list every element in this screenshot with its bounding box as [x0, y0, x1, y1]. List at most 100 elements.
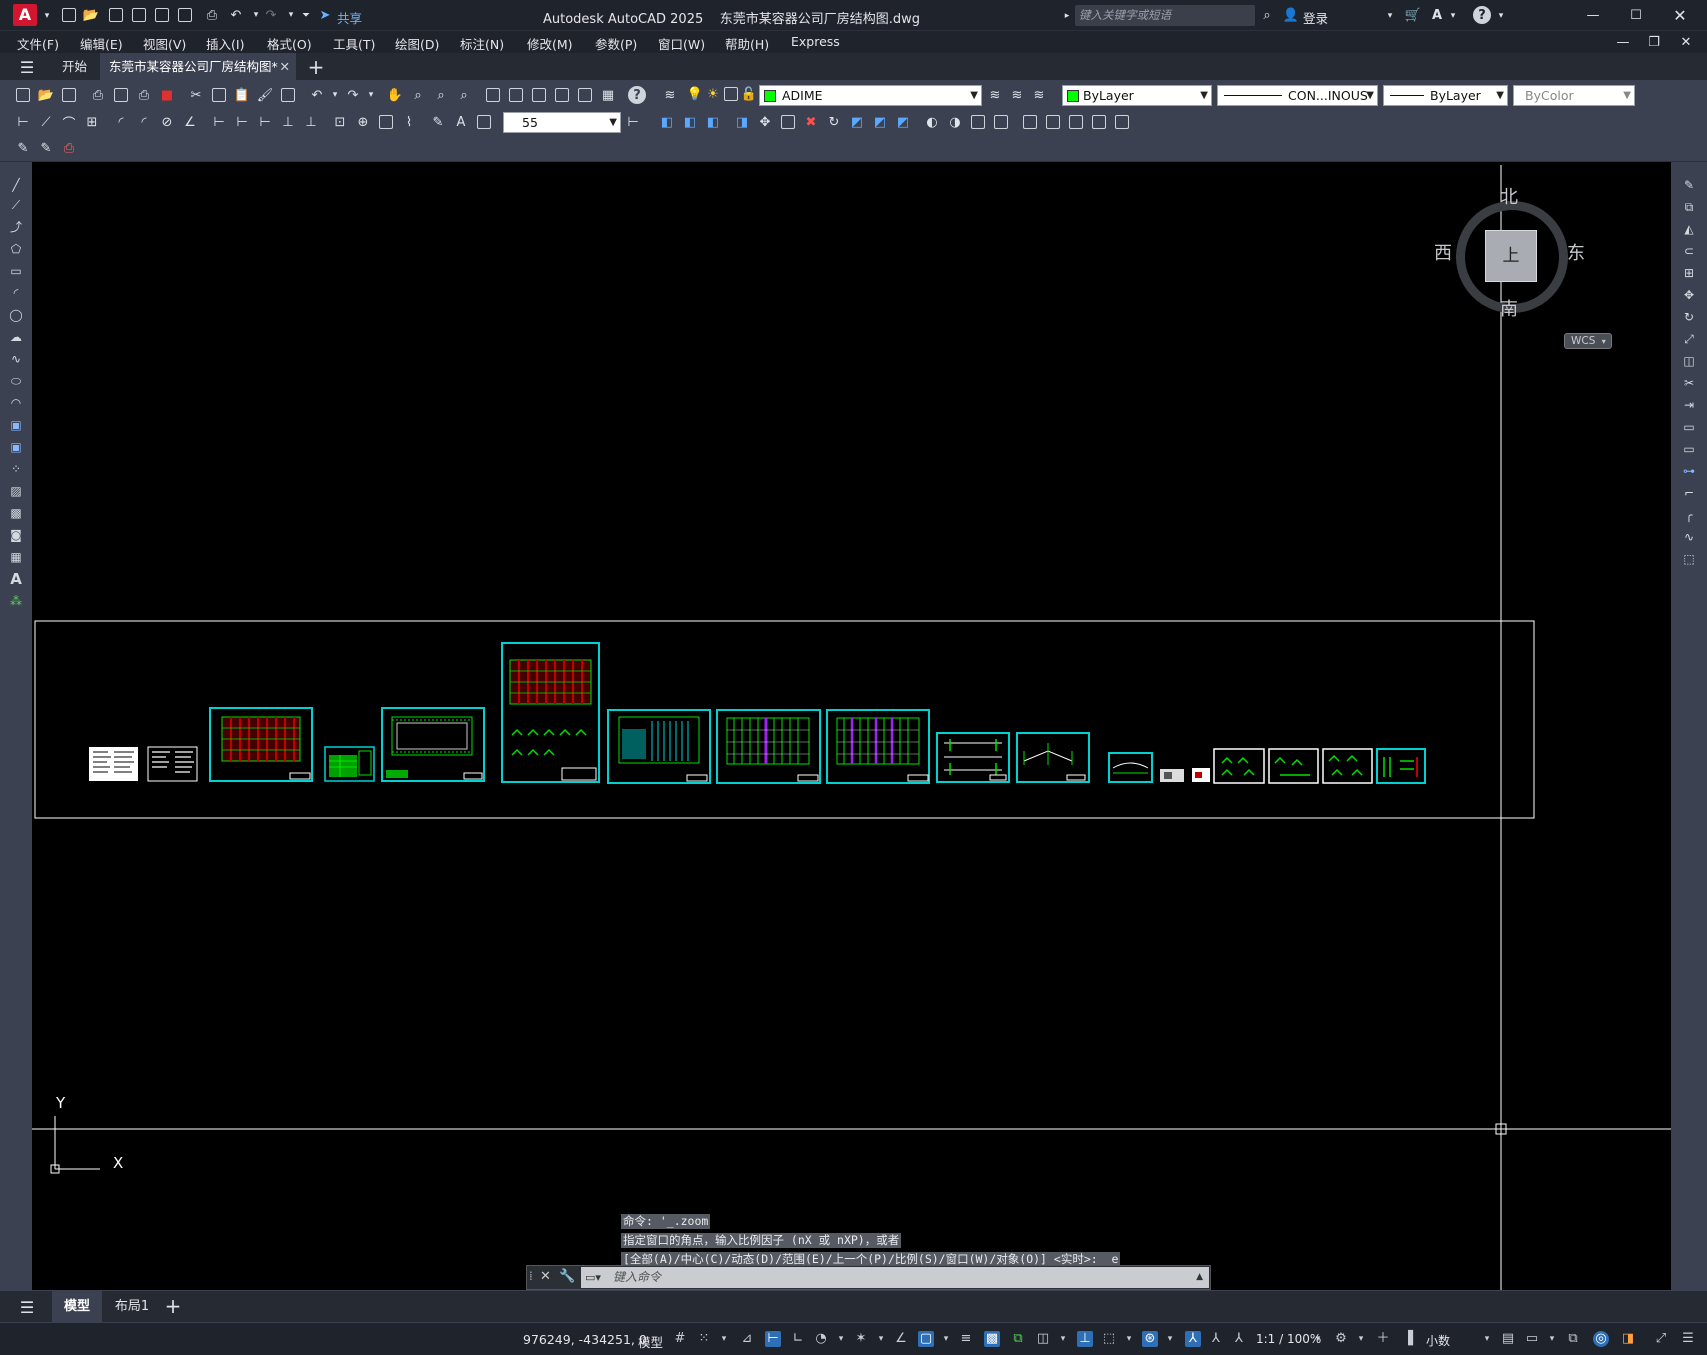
check-icon[interactable] — [1021, 113, 1039, 131]
subtract-icon[interactable]: ◧ — [681, 113, 699, 131]
markup-icon[interactable] — [576, 86, 594, 104]
angular-dim-icon[interactable]: ∠ — [181, 113, 199, 131]
polygon-icon[interactable]: ⬠ — [7, 240, 25, 258]
jogged-linear-icon[interactable]: ⌇ — [400, 113, 418, 131]
dim-style-dropdown[interactable]: 55 ▼ — [503, 112, 621, 133]
object-snap-icon[interactable]: ▢ — [918, 1331, 934, 1347]
separate-icon[interactable] — [969, 113, 987, 131]
break-at-point-icon[interactable]: ▭ — [1680, 418, 1698, 436]
selection-cycling-icon[interactable]: ⧉ — [1010, 1331, 1026, 1347]
tab-model[interactable]: 模型 — [52, 1291, 102, 1322]
menu-tools[interactable]: 工具(T) — [333, 34, 375, 53]
continue-dim-icon[interactable]: ⊢ — [256, 113, 274, 131]
hardware-acceleration-icon[interactable]: ◎ — [1593, 1331, 1609, 1347]
extend-icon[interactable]: ⇥ — [1680, 396, 1698, 414]
mirror-icon[interactable]: ◭ — [1680, 220, 1698, 238]
user-icon[interactable]: 👤 — [1282, 6, 1300, 24]
quick-properties-icon[interactable]: ▤ — [1500, 1331, 1516, 1347]
minimize-icon[interactable]: — — [1584, 6, 1602, 24]
block-editor-icon[interactable] — [279, 86, 297, 104]
move-icon[interactable]: ✥ — [1680, 286, 1698, 304]
sheet-notes-2[interactable] — [147, 746, 198, 782]
arc-icon[interactable]: ◜ — [7, 284, 25, 302]
undo-tool-icon[interactable]: ↶ — [308, 86, 326, 104]
open-file-icon[interactable]: 📂 — [37, 86, 55, 104]
add-selected-icon[interactable]: ⁂ — [7, 592, 25, 610]
doc-restore-icon[interactable]: ❐ — [1645, 33, 1663, 51]
wcs-menu[interactable]: WCS ▾ — [1564, 333, 1612, 349]
zoom-window-icon[interactable]: ⌕ — [432, 86, 450, 104]
fillet-edges-icon[interactable] — [1113, 113, 1131, 131]
union-icon[interactable]: ◧ — [658, 113, 676, 131]
sheet-details-3[interactable] — [1322, 748, 1373, 784]
sheet-elevation-3[interactable] — [826, 709, 930, 784]
search-expand-icon[interactable]: ▸ — [1058, 7, 1076, 25]
offset-icon[interactable]: ⊂ — [1680, 242, 1698, 260]
blend-curves-icon[interactable]: ∿ — [1680, 528, 1698, 546]
dim-edit-icon[interactable]: ✎ — [429, 113, 447, 131]
quickcalc-icon[interactable]: ▦ — [599, 86, 617, 104]
layer-unlock-icon[interactable]: 🔓 — [740, 85, 758, 103]
autodesk-dropdown-icon[interactable]: ▾ — [1444, 7, 1462, 25]
multiline-text-icon[interactable]: A — [7, 570, 25, 588]
sheet-details-4[interactable] — [1376, 748, 1426, 784]
lineweight-dropdown[interactable]: ByLayer ▼ — [1383, 85, 1508, 106]
command-prompt-icon[interactable]: ▭▾ — [585, 1267, 601, 1288]
qnew-icon[interactable] — [14, 86, 32, 104]
tab-drawing[interactable]: 东莞市某容器公司厂房结构图* ✕ — [100, 53, 296, 81]
break-icon[interactable]: ▭ — [1680, 440, 1698, 458]
login-dropdown-icon[interactable]: ▾ — [1381, 7, 1399, 25]
point-icon[interactable]: ⁘ — [7, 460, 25, 478]
layer-on-icon[interactable]: 💡 — [686, 85, 704, 103]
annotation-scale-icon[interactable]: ⅄ — [1231, 1331, 1247, 1347]
undo-icon[interactable]: ↶ — [227, 6, 245, 24]
paste-icon[interactable]: 📋 — [233, 86, 251, 104]
polar-tracking-icon[interactable]: ◔ — [813, 1331, 829, 1347]
help-tool-icon[interactable]: ? — [628, 86, 646, 104]
app-menu-button[interactable]: A — [13, 4, 37, 26]
dynamic-input-icon[interactable]: ⊢ — [765, 1331, 781, 1347]
clean-icon[interactable]: ◑ — [946, 113, 964, 131]
sheet-roof-plan-tall[interactable] — [501, 642, 600, 783]
menu-edit[interactable]: 编辑(E) — [80, 34, 123, 53]
line-icon[interactable]: ╱ — [7, 176, 25, 194]
layer-viewport-icon[interactable] — [722, 85, 740, 103]
color-edges-icon[interactable] — [1067, 113, 1085, 131]
sheet-set-icon[interactable] — [553, 86, 571, 104]
help-dropdown-icon[interactable]: ▾ — [1492, 7, 1510, 25]
workspace-gear-icon[interactable]: ⚙ — [1333, 1331, 1349, 1347]
center-mark-icon[interactable]: ⊕ — [354, 113, 372, 131]
explode-icon[interactable]: ⬚ — [1680, 550, 1698, 568]
drawing-area[interactable] — [32, 165, 1671, 1290]
viewcube-west[interactable]: 西 — [1434, 239, 1452, 265]
layout-menu-icon[interactable]: ☰ — [18, 1298, 36, 1317]
stretch-icon[interactable]: ◫ — [1680, 352, 1698, 370]
command-input[interactable]: ▭▾ 键入命令 ▲ — [581, 1267, 1209, 1288]
dim-space-icon[interactable]: ⊥ — [279, 113, 297, 131]
copy-object-icon[interactable]: ⧉ — [1680, 198, 1698, 216]
lineweight-icon[interactable]: ≡ — [958, 1331, 974, 1347]
new-tab-button[interactable]: + — [307, 55, 325, 79]
sheet-small-2[interactable] — [1192, 768, 1210, 782]
layer-thaw-icon[interactable]: ☀ — [704, 85, 722, 103]
menu-window[interactable]: 窗口(W) — [658, 34, 705, 53]
menu-file[interactable]: 文件(F) — [17, 34, 59, 53]
inspect-icon[interactable] — [377, 113, 395, 131]
table-icon[interactable]: ▦ — [7, 548, 25, 566]
linetype-dropdown[interactable]: CON...INOUS ▼ — [1217, 85, 1378, 106]
3d-osnap-dropdown-icon[interactable]: ▾ — [1055, 1331, 1071, 1347]
sheet-truss[interactable] — [1108, 752, 1153, 783]
sheet-foundation-plan[interactable] — [209, 707, 313, 782]
sheet-new-icon[interactable]: ✎ — [14, 139, 32, 157]
publish-sheets-icon[interactable]: ⎙ — [135, 86, 153, 104]
coordinates-readout[interactable]: 976249, -434251, 0 — [523, 1332, 647, 1347]
save-file-icon[interactable] — [60, 86, 78, 104]
menu-format[interactable]: 格式(O) — [267, 34, 312, 53]
baseline-dim-icon[interactable]: ⊢ — [233, 113, 251, 131]
redo-tool-dropdown-icon[interactable]: ▾ — [362, 86, 380, 104]
3d-object-snap-icon[interactable]: ◫ — [1035, 1331, 1051, 1347]
make-current-layer-icon[interactable]: ≋ — [986, 86, 1004, 104]
units-dropdown-icon[interactable]: ▾ — [1479, 1331, 1495, 1347]
arc-length-icon[interactable]: ⌒ — [60, 113, 78, 132]
object-snap-dropdown-icon[interactable]: ▾ — [938, 1331, 954, 1347]
